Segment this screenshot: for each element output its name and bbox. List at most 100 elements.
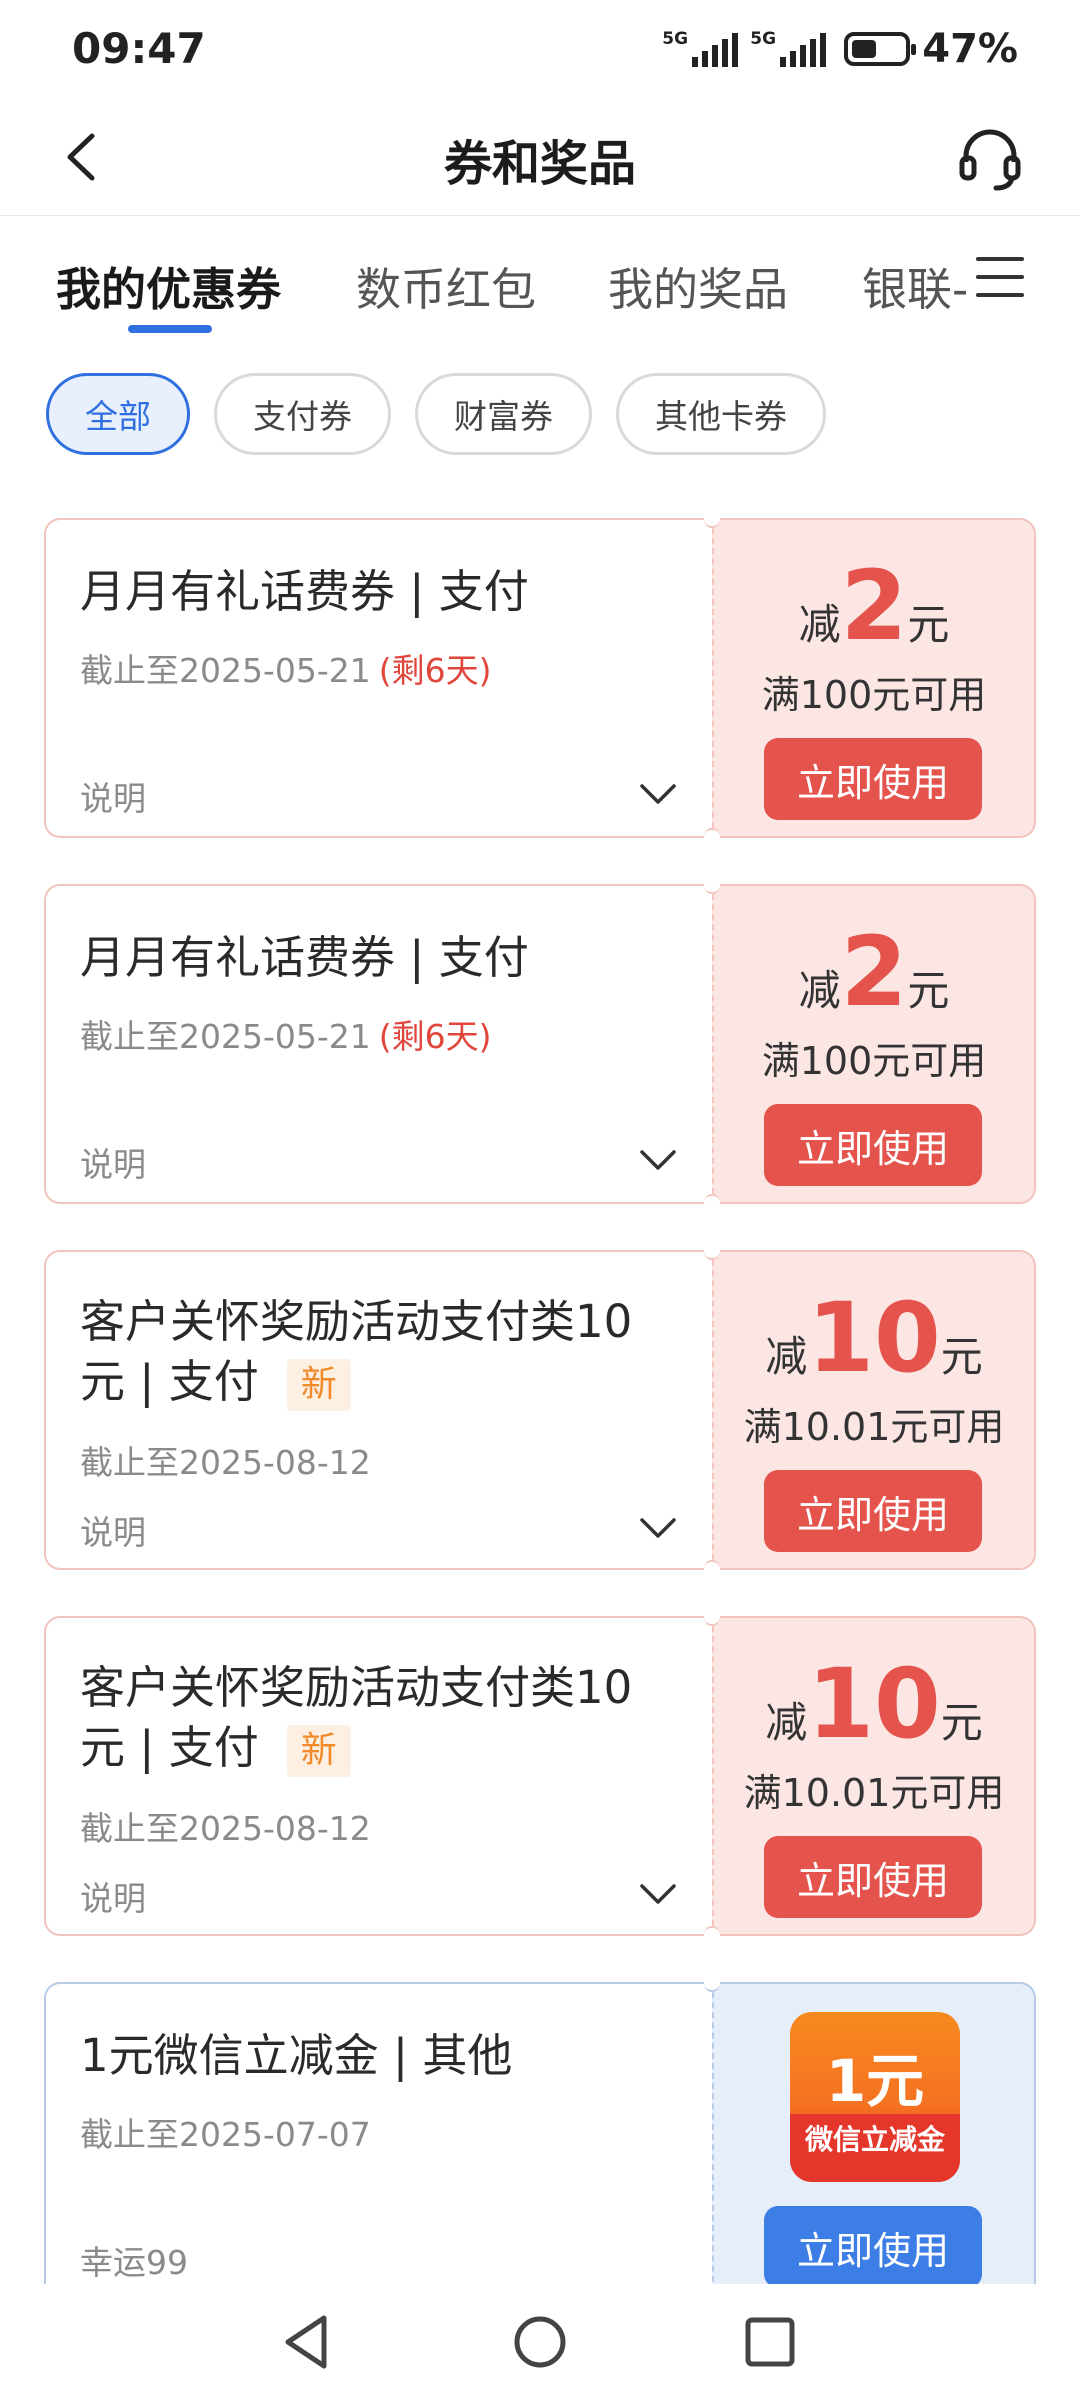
amount-value: 10 xyxy=(807,1282,941,1394)
battery-percent: 47% xyxy=(922,26,1018,72)
system-nav-bar xyxy=(0,2284,1080,2400)
tab-digital-red-packet[interactable]: 数币红包 xyxy=(356,253,536,318)
signal-label: 5G xyxy=(662,29,689,49)
customer-service-button[interactable] xyxy=(950,118,1030,198)
coupon-info: 客户关怀奖励活动支付类10 元 | 支付新 截止至2025-08-12 说明 xyxy=(44,1616,712,1936)
signal-label: 5G xyxy=(750,29,777,49)
chevron-down-icon[interactable] xyxy=(638,1140,678,1180)
coupon-condition: 满100元可用 xyxy=(761,673,987,717)
card-notch xyxy=(704,876,720,894)
chevron-down-icon[interactable] xyxy=(638,774,678,814)
status-bar: 09:47 5G 5G 47% xyxy=(0,0,1080,100)
coupon-title-line: 元 | 支付 xyxy=(80,1355,259,1408)
coupon-value: 减2元 满100元可用 立即使用 xyxy=(712,518,1036,838)
amount-unit: 元 xyxy=(907,600,950,649)
coupon-info: 月月有礼话费券 | 支付 截止至2025-05-21 (剩6天) 说明 xyxy=(44,518,712,838)
amount-prefix: 减 xyxy=(765,1332,808,1381)
coupon-condition: 满10.01元可用 xyxy=(743,1771,1005,1815)
coupon-info: 1元微信立减金 | 其他 截止至2025-07-07 幸运99 xyxy=(44,1982,712,2302)
page-title: 券和奖品 xyxy=(443,136,636,192)
menu-button[interactable] xyxy=(968,245,1032,309)
new-badge: 新 xyxy=(286,1725,351,1777)
days-remaining: (剩6天) xyxy=(378,651,492,690)
use-now-button[interactable]: 立即使用 xyxy=(764,1104,982,1186)
card-notch xyxy=(704,1194,720,1212)
tab-unionpay[interactable]: 银联- xyxy=(862,253,968,318)
tab-bar: 我的优惠券 数币红包 我的奖品 银联- xyxy=(0,215,1080,355)
coupon-card: 月月有礼话费券 | 支付 截止至2025-05-21 (剩6天) 说明 减2元 满… xyxy=(44,876,1036,1212)
coupon-description-toggle[interactable]: 说明 xyxy=(80,1506,146,1554)
signal-icon: 5G xyxy=(662,29,739,67)
amount-prefix: 减 xyxy=(798,600,841,649)
card-notch xyxy=(704,1608,720,1626)
coupon-title-line: 元 | 支付 xyxy=(80,1721,259,1774)
square-recents-icon[interactable] xyxy=(734,2306,806,2378)
coupon-description-toggle[interactable]: 说明 xyxy=(80,1872,146,1920)
amount-value: 2 xyxy=(840,550,908,662)
card-notch xyxy=(704,1974,720,1992)
coupon-expiry: 截止至2025-07-07 xyxy=(80,2115,371,2154)
amount-prefix: 减 xyxy=(798,966,841,1015)
tab-my-coupons[interactable]: 我的优惠券 xyxy=(56,253,281,318)
header: 券和奖品 xyxy=(0,100,1080,216)
use-now-button[interactable]: 立即使用 xyxy=(764,1470,982,1552)
coupon-description-toggle[interactable]: 说明 xyxy=(80,772,146,820)
status-icons: 5G 5G 47% xyxy=(662,26,1018,72)
coupon-description-toggle[interactable]: 说明 xyxy=(80,1138,146,1186)
coupon-card: 月月有礼话费券 | 支付 截止至2025-05-21 (剩6天) 说明 减2元 满… xyxy=(44,510,1036,846)
triangle-back-icon[interactable] xyxy=(272,2306,344,2378)
coupon-condition: 满100元可用 xyxy=(761,1039,987,1083)
signal-icon: 5G xyxy=(750,29,827,67)
coupon-value: 1元 微信立减金 立即使用 xyxy=(712,1982,1036,2302)
coupon-title-line: 客户关怀奖励活动支付类10 xyxy=(80,1295,633,1348)
use-now-button[interactable]: 立即使用 xyxy=(764,2206,982,2288)
coupon-condition: 满10.01元可用 xyxy=(743,1405,1005,1449)
new-badge: 新 xyxy=(286,1359,351,1411)
coupon-amount: 减2元 xyxy=(714,924,1034,1020)
chevron-down-icon[interactable] xyxy=(638,1874,678,1914)
coupon-expiry: 截止至2025-05-21 (剩6天) xyxy=(80,644,492,692)
amount-unit: 元 xyxy=(940,1698,983,1747)
coupon-card: 客户关怀奖励活动支付类10 元 | 支付新 截止至2025-08-12 说明 减… xyxy=(44,1608,1036,1944)
days-remaining: (剩6天) xyxy=(378,1017,492,1056)
coupon-value: 减10元 满10.01元可用 立即使用 xyxy=(712,1250,1036,1570)
card-notch xyxy=(704,510,720,528)
expiry-date: 截止至2025-05-21 xyxy=(80,651,371,690)
use-now-button[interactable]: 立即使用 xyxy=(764,1836,982,1918)
coupon-value: 减2元 满100元可用 立即使用 xyxy=(712,884,1036,1204)
coupon-title-line: 客户关怀奖励活动支付类10 xyxy=(80,1661,633,1714)
tab-my-prizes[interactable]: 我的奖品 xyxy=(608,253,788,318)
filter-payment[interactable]: 支付券 xyxy=(214,373,391,455)
coupon-card: 1元微信立减金 | 其他 截止至2025-07-07 幸运99 1元 微信立减金… xyxy=(44,1974,1036,2302)
coupon-title: 1元微信立减金 | 其他 xyxy=(80,2029,513,2082)
coupon-amount: 减2元 xyxy=(714,558,1034,654)
coupon-info: 客户关怀奖励活动支付类10 元 | 支付新 截止至2025-08-12 说明 xyxy=(44,1250,712,1570)
battery-icon xyxy=(844,32,917,66)
amount-value: 10 xyxy=(807,1648,941,1760)
coupon-title: 月月有礼话费券 | 支付 xyxy=(80,565,529,618)
wechat-voucher-icon: 1元 微信立减金 xyxy=(790,2012,960,2182)
coupon-amount: 减10元 xyxy=(714,1656,1034,1752)
coupon-amount: 减10元 xyxy=(714,1290,1034,1386)
coupon-expiry: 截止至2025-08-12 xyxy=(80,1443,371,1482)
filter-other-cards[interactable]: 其他卡券 xyxy=(616,373,826,455)
filter-wealth[interactable]: 财富券 xyxy=(415,373,592,455)
coupon-title: 月月有礼话费券 | 支付 xyxy=(80,931,529,984)
use-now-button[interactable]: 立即使用 xyxy=(764,738,982,820)
card-notch xyxy=(704,1560,720,1578)
coupon-expiry: 截止至2025-05-21 (剩6天) xyxy=(80,1010,492,1058)
filter-chips: 全部 支付券 财富券 其他卡券 xyxy=(46,373,826,455)
circle-home-icon[interactable] xyxy=(504,2306,576,2378)
voucher-tile-band: 微信立减金 xyxy=(790,2114,960,2182)
coupon-description-toggle[interactable]: 幸运99 xyxy=(80,2236,188,2284)
headset-icon xyxy=(959,129,1021,191)
coupon-value: 减10元 满10.01元可用 立即使用 xyxy=(712,1616,1036,1936)
card-notch xyxy=(704,1242,720,1260)
expiry-date: 截止至2025-05-21 xyxy=(80,1017,371,1056)
filter-all[interactable]: 全部 xyxy=(46,373,190,455)
chevron-down-icon[interactable] xyxy=(638,1508,678,1548)
card-notch xyxy=(704,1926,720,1944)
coupon-expiry: 截止至2025-08-12 xyxy=(80,1809,371,1848)
amount-prefix: 减 xyxy=(765,1698,808,1747)
amount-unit: 元 xyxy=(940,1332,983,1381)
